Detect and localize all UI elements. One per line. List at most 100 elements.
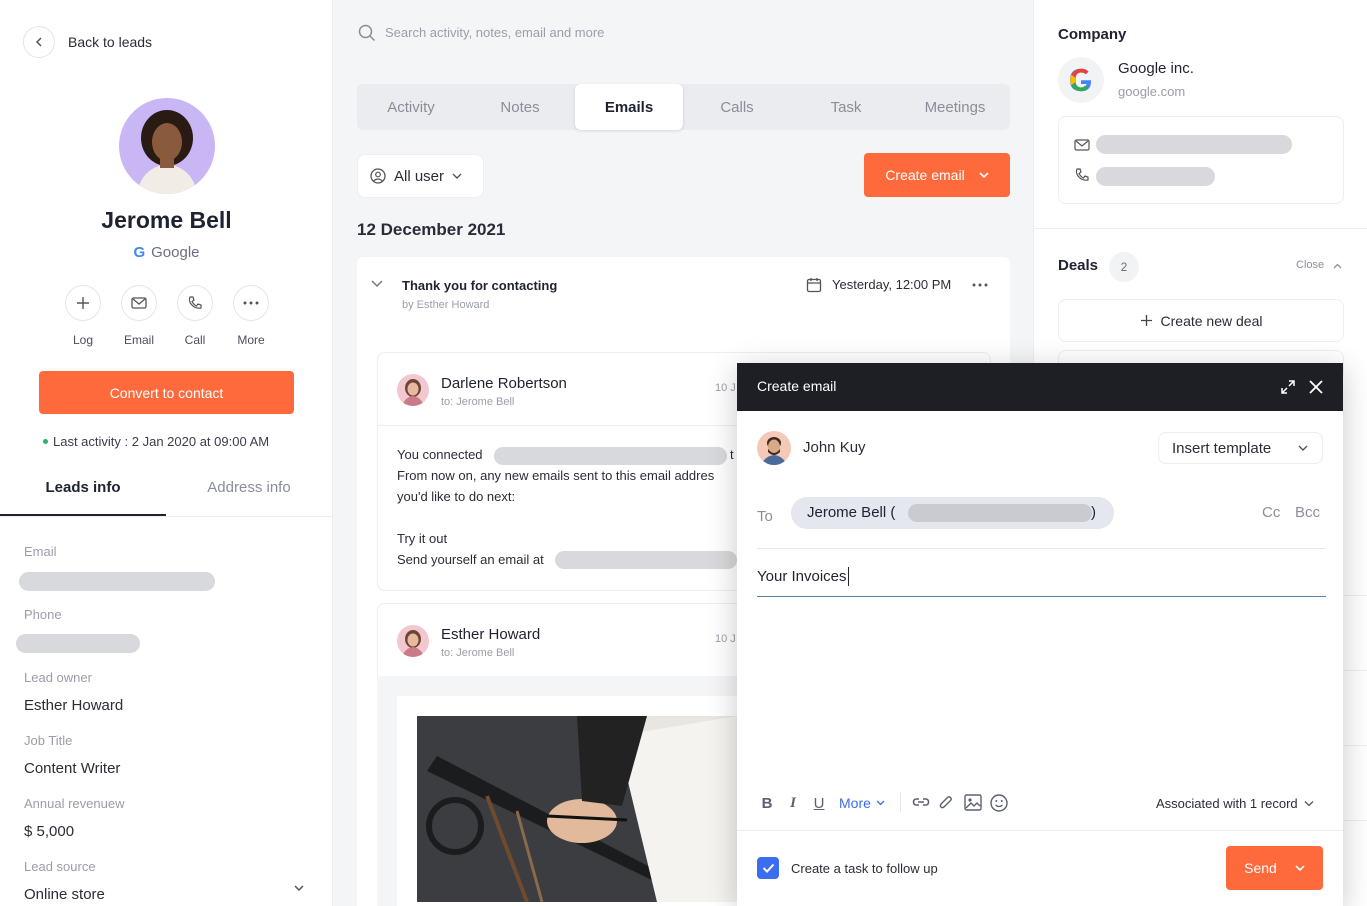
tab-calls[interactable]: Calls [683, 84, 791, 130]
tab-notes[interactable]: Notes [466, 84, 574, 130]
convert-to-contact-button[interactable]: Convert to contact [39, 371, 294, 414]
job-title-label: Job Title [24, 733, 73, 748]
emoji-icon[interactable] [990, 794, 1008, 812]
company-domain[interactable]: google.com [1118, 84, 1185, 99]
email-body-line: From now on, any new emails sent to this… [397, 468, 715, 483]
tab-address-info[interactable]: Address info [166, 479, 332, 496]
bold-button[interactable]: B [758, 794, 776, 812]
followup-checkbox[interactable] [757, 857, 779, 879]
check-icon [762, 863, 774, 873]
recipient-chip[interactable]: Jerome Bell ( ) [791, 497, 1114, 529]
email-thread-card[interactable] [357, 257, 1010, 332]
close-icon[interactable] [1308, 379, 1324, 395]
chevron-down-icon[interactable] [371, 280, 383, 288]
modal-title: Create email [757, 378, 837, 394]
create-email-button[interactable]: Create email [864, 153, 1010, 197]
subject-input[interactable]: Your Invoices [757, 567, 849, 586]
last-activity: Last activity : 2 Jan 2020 at 09:00 AM [43, 434, 269, 449]
email-date: 10 J [715, 633, 736, 645]
underline-button[interactable]: U [810, 794, 828, 812]
redacted-text [555, 551, 737, 569]
tab-task[interactable]: Task [792, 84, 900, 130]
divider [1344, 670, 1367, 671]
italic-button[interactable]: I [784, 794, 802, 812]
insert-template-dropdown[interactable]: Insert template [1158, 432, 1323, 464]
chevron-down-icon [1298, 445, 1308, 451]
lead-name: Jerome Bell [101, 207, 232, 233]
mail-icon [1074, 139, 1090, 151]
more-dots-icon[interactable] [972, 283, 988, 287]
lead-company: G Google [133, 244, 200, 261]
tab-emails[interactable]: Emails [575, 84, 683, 130]
tab-meetings[interactable]: Meetings [901, 84, 1009, 130]
thread-time: Yesterday, 12:00 PM [832, 277, 952, 292]
lead-source-value[interactable]: Online store [24, 886, 105, 903]
associated-records-dropdown[interactable]: Associated with 1 record [1156, 796, 1314, 811]
google-logo-icon: G [133, 244, 146, 261]
lead-owner-label: Lead owner [24, 670, 92, 685]
email-sender: Darlene Robertson [441, 375, 567, 392]
recipient-email-redacted [908, 504, 1092, 522]
sender-name: John Kuy [803, 439, 866, 456]
more-format-dropdown[interactable]: More [839, 795, 885, 811]
cc-button[interactable]: Cc [1262, 504, 1280, 521]
email-body-line: Try it out [397, 531, 448, 546]
company-contact-card [1058, 116, 1344, 204]
avatar [119, 98, 215, 194]
create-new-deal-button[interactable]: Create new deal [1058, 299, 1344, 342]
attachment-image [417, 716, 737, 902]
email-label: Email [123, 333, 154, 347]
chevron-up-icon[interactable] [1333, 263, 1342, 269]
back-link[interactable]: Back to leads [68, 34, 152, 50]
plus-icon [1140, 315, 1152, 326]
email-body-editor[interactable] [757, 606, 1326, 778]
search-input[interactable]: Search activity, notes, email and more [385, 25, 604, 40]
annual-revenue-label: Annual revenuew [24, 796, 125, 811]
attachment-icon[interactable] [938, 794, 954, 811]
company-logo [1058, 57, 1104, 103]
link-icon[interactable] [912, 795, 930, 809]
more-label: More [237, 333, 265, 347]
more-dots-icon [243, 301, 259, 305]
annual-revenue-value: $ 5,000 [24, 823, 75, 840]
date-heading: 12 December 2021 [357, 220, 506, 239]
divider [737, 830, 1343, 831]
image-icon[interactable] [964, 794, 982, 811]
call-button[interactable] [177, 285, 213, 321]
bcc-button[interactable]: Bcc [1295, 504, 1320, 521]
log-button[interactable] [65, 285, 101, 321]
phone-icon [188, 296, 202, 309]
phone-field-label: Phone [24, 607, 62, 622]
tab-activity[interactable]: Activity [357, 84, 465, 130]
send-button[interactable]: Send [1226, 846, 1323, 890]
chevron-down-icon [979, 172, 989, 179]
user-filter-dropdown[interactable]: All user [357, 154, 484, 198]
deals-close-toggle[interactable]: Close [1296, 259, 1324, 271]
sender-avatar [757, 431, 791, 465]
email-button[interactable] [121, 285, 157, 321]
chevron-down-icon [1304, 801, 1314, 807]
email-body-line: Send yourself an email at [397, 552, 544, 567]
thread-subject: Thank you for contacting [402, 278, 558, 293]
lead-source-label: Lead source [24, 859, 96, 874]
avatar [397, 374, 429, 406]
chevron-down-icon[interactable] [293, 884, 305, 892]
divider [757, 548, 1326, 549]
tab-leads-info[interactable]: Leads info [0, 479, 166, 496]
create-email-modal: Create email John Kuy Insert template To… [737, 363, 1343, 906]
back-button[interactable] [23, 26, 55, 58]
subject-underline [757, 596, 1326, 597]
email-recipient: to: Jerome Bell [441, 647, 515, 659]
divider [1034, 228, 1367, 229]
company-email-redacted [1096, 135, 1292, 154]
expand-icon[interactable] [1280, 379, 1296, 395]
phone-redacted [16, 634, 140, 653]
toolbar-divider [900, 792, 901, 812]
more-button[interactable] [233, 285, 269, 321]
followup-label: Create a task to follow up [791, 861, 938, 876]
log-label: Log [72, 333, 94, 347]
email-body-line: you'd like to do next: [397, 489, 516, 504]
email-sender: Esther Howard [441, 626, 541, 643]
user-circle-icon [370, 168, 386, 184]
divider [0, 516, 333, 517]
